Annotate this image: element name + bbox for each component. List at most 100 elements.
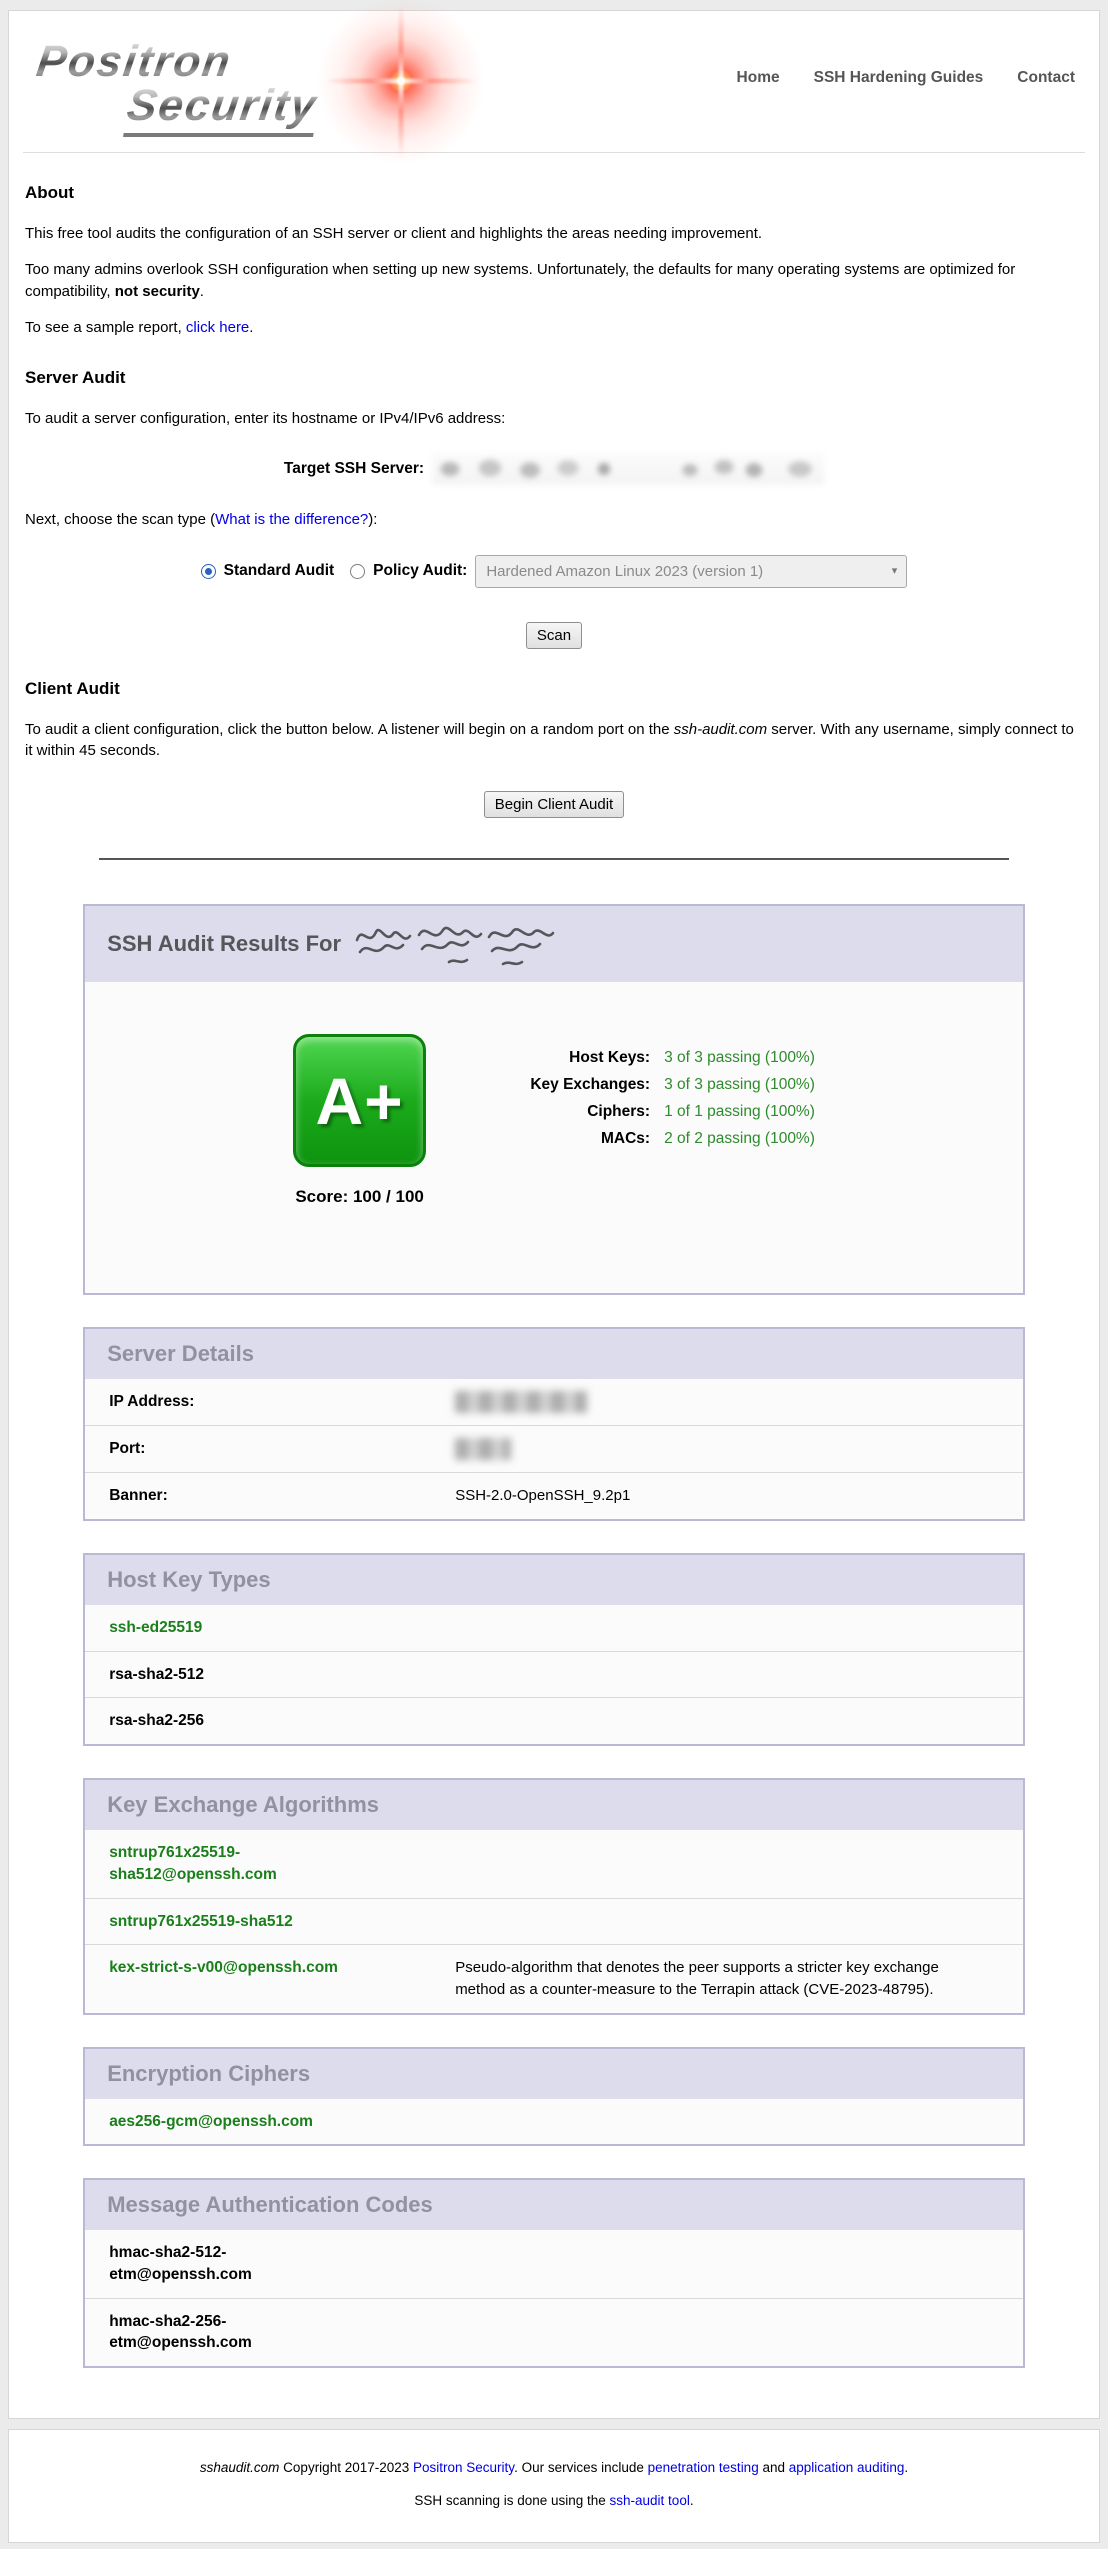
grade-badge: A+: [293, 1034, 426, 1167]
nav-link[interactable]: Home: [737, 69, 780, 87]
stats-column: Host Keys: 3 of 3 passing (100%) Key Exch…: [482, 1040, 815, 1157]
target-ssh-server-input[interactable]: [432, 453, 824, 485]
footer-line-2: SSH scanning is done using the ssh-audit…: [29, 2493, 1079, 2508]
key-exchange-row: sntrup761x25519-sha512@openssh.com: [85, 1830, 1023, 1897]
policy-audit-label: Policy Audit:: [373, 562, 467, 580]
client-audit-heading: Client Audit: [25, 679, 1083, 699]
banner-value: SSH-2.0-OpenSSH_9.2p1: [455, 1485, 630, 1507]
key-exchange-note: [455, 1911, 999, 1933]
scan-type-row: Standard Audit Policy Audit: Hardened Am…: [25, 555, 1083, 588]
grade-column: A+ Score: 100 / 100: [293, 1034, 426, 1207]
about-paragraph-2: Too many admins overlook SSH configurati…: [25, 259, 1083, 302]
cipher-name: aes256-gcm@openssh.com: [109, 2111, 903, 2133]
ip-address-row: IP Address:: [85, 1379, 1023, 1425]
redacted-hostname-scribble: [353, 920, 558, 970]
results-body: A+ Score: 100 / 100 Host Keys: 3 of 3 pas…: [85, 982, 1023, 1293]
stat-label: Host Keys:: [482, 1049, 650, 1067]
macs-header: Message Authentication Codes: [85, 2180, 1023, 2230]
stat-row: Key Exchanges:3 of 3 passing (100%): [482, 1076, 815, 1094]
key-exchange-row: kex-strict-s-v00@openssh.com Pseudo-algo…: [85, 1944, 1023, 2013]
scan-type-difference-link[interactable]: What is the difference?: [215, 511, 368, 528]
footer-line2-period: .: [690, 2493, 694, 2508]
grade-letter: A+: [315, 1063, 403, 1139]
key-exchange-note: Pseudo-algorithm that denotes the peer s…: [455, 1957, 999, 2001]
logo-text-positron: Positron: [33, 37, 234, 87]
stat-label: Ciphers:: [482, 1103, 650, 1121]
stat-row: MACs: 2 of 2 passing (100%): [482, 1130, 815, 1148]
encryption-ciphers-header: Encryption Ciphers: [85, 2049, 1023, 2099]
host-key-row: ssh-ed25519: [85, 1605, 1023, 1651]
about-p2-bold: not security: [115, 283, 200, 300]
stat-row: Host Keys: 3 of 3 passing (100%): [482, 1049, 815, 1067]
section-divider: [99, 858, 1009, 860]
host-key-row: rsa-sha2-512: [85, 1651, 1023, 1698]
host-key-name: ssh-ed25519: [109, 1617, 903, 1639]
main-nav: Home SSH Hardening Guides Contact: [737, 69, 1075, 87]
begin-client-audit-button[interactable]: Begin Client Audit: [484, 791, 624, 818]
mac-name: hmac-sha2-512-etm@openssh.com: [109, 2242, 359, 2285]
footer-services-text: . Our services include: [514, 2460, 648, 2475]
host-key-types-panel: Host Key Types ssh-ed25519 rsa-sha2-512 …: [83, 1553, 1025, 1746]
nav-link[interactable]: SSH Hardening Guides: [814, 69, 984, 87]
sample-report-link[interactable]: click here: [186, 319, 249, 336]
application-auditing-link[interactable]: application auditing: [789, 2460, 905, 2475]
body-content: About This free tool audits the configur…: [9, 183, 1099, 2368]
host-key-types-header: Host Key Types: [85, 1555, 1023, 1605]
mac-row: hmac-sha2-256-etm@openssh.com: [85, 2298, 1023, 2366]
banner-label: Banner:: [109, 1485, 359, 1507]
server-audit-heading: Server Audit: [25, 368, 1083, 388]
main-content: Positron Security Home SSH Hardening Gui…: [8, 10, 1100, 2419]
policy-select[interactable]: Hardened Amazon Linux 2023 (version 1) ▾: [475, 555, 907, 588]
score-text: Score: 100 / 100: [293, 1187, 426, 1207]
stat-value: 3 of 3 passing (100%): [664, 1049, 815, 1066]
redacted-port-value: [455, 1438, 511, 1460]
client-audit-button-row: Begin Client Audit: [25, 791, 1083, 818]
sample-report-text: To see a sample report,: [25, 319, 186, 336]
ssh-audit-tool-link[interactable]: ssh-audit tool: [610, 2493, 690, 2508]
host-key-name: rsa-sha2-512: [109, 1664, 903, 1686]
footer-site-name: sshaudit.com: [200, 2460, 280, 2475]
mac-row: hmac-sha2-512-etm@openssh.com: [85, 2230, 1023, 2297]
standard-audit-label: Standard Audit: [224, 562, 335, 580]
ip-address-label: IP Address:: [109, 1391, 359, 1413]
port-label: Port:: [109, 1438, 359, 1460]
key-exchange-name: kex-strict-s-v00@openssh.com: [109, 1957, 359, 2001]
site-header: Positron Security Home SSH Hardening Gui…: [23, 11, 1085, 153]
encryption-ciphers-panel: Encryption Ciphers aes256-gcm@openssh.co…: [83, 2047, 1025, 2147]
about-p3-period: .: [249, 319, 253, 336]
key-exchange-name: sntrup761x25519-sha512: [109, 1911, 359, 1933]
host-key-row: rsa-sha2-256: [85, 1697, 1023, 1744]
scan-type-text-end: ):: [368, 511, 377, 528]
penetration-testing-link[interactable]: penetration testing: [648, 2460, 759, 2475]
stat-value: 2 of 2 passing (100%): [664, 1130, 815, 1147]
about-paragraph-1: This free tool audits the configuration …: [25, 223, 1083, 244]
stat-label: MACs:: [482, 1130, 650, 1148]
port-row: Port:: [85, 1425, 1023, 1472]
key-exchange-row: sntrup761x25519-sha512: [85, 1898, 1023, 1945]
footer-period: .: [904, 2460, 908, 2475]
scan-type-text: Next, choose the scan type (: [25, 511, 215, 528]
footer-scanning-text: SSH scanning is done using the: [414, 2493, 609, 2508]
footer-copyright-text: Copyright 2017-2023: [279, 2460, 413, 2475]
server-audit-intro: To audit a server configuration, enter i…: [25, 408, 1083, 429]
key-exchange-note: [455, 1842, 999, 1885]
standard-audit-radio[interactable]: [201, 564, 216, 579]
target-server-row: Target SSH Server:: [25, 453, 1083, 485]
stat-label: Key Exchanges:: [482, 1076, 650, 1094]
client-audit-domain: ssh-audit.com: [674, 721, 767, 738]
key-exchange-header: Key Exchange Algorithms: [85, 1780, 1023, 1830]
footer-and-text: and: [759, 2460, 789, 2475]
scan-button[interactable]: Scan: [526, 622, 582, 649]
policy-audit-radio[interactable]: [350, 564, 365, 579]
positron-security-logo[interactable]: Positron Security: [37, 37, 457, 137]
nav-link[interactable]: Contact: [1017, 69, 1075, 87]
macs-panel: Message Authentication Codes hmac-sha2-5…: [83, 2178, 1025, 2368]
redacted-ip-value: [455, 1391, 587, 1413]
positron-security-link[interactable]: Positron Security: [413, 2460, 514, 2475]
scan-button-row: Scan: [25, 622, 1083, 649]
target-server-label: Target SSH Server:: [284, 460, 424, 478]
logo-text-security: Security: [123, 81, 321, 137]
page: Positron Security Home SSH Hardening Gui…: [0, 0, 1108, 2549]
server-details-header: Server Details: [85, 1329, 1023, 1379]
scan-type-paragraph: Next, choose the scan type (What is the …: [25, 509, 1083, 530]
